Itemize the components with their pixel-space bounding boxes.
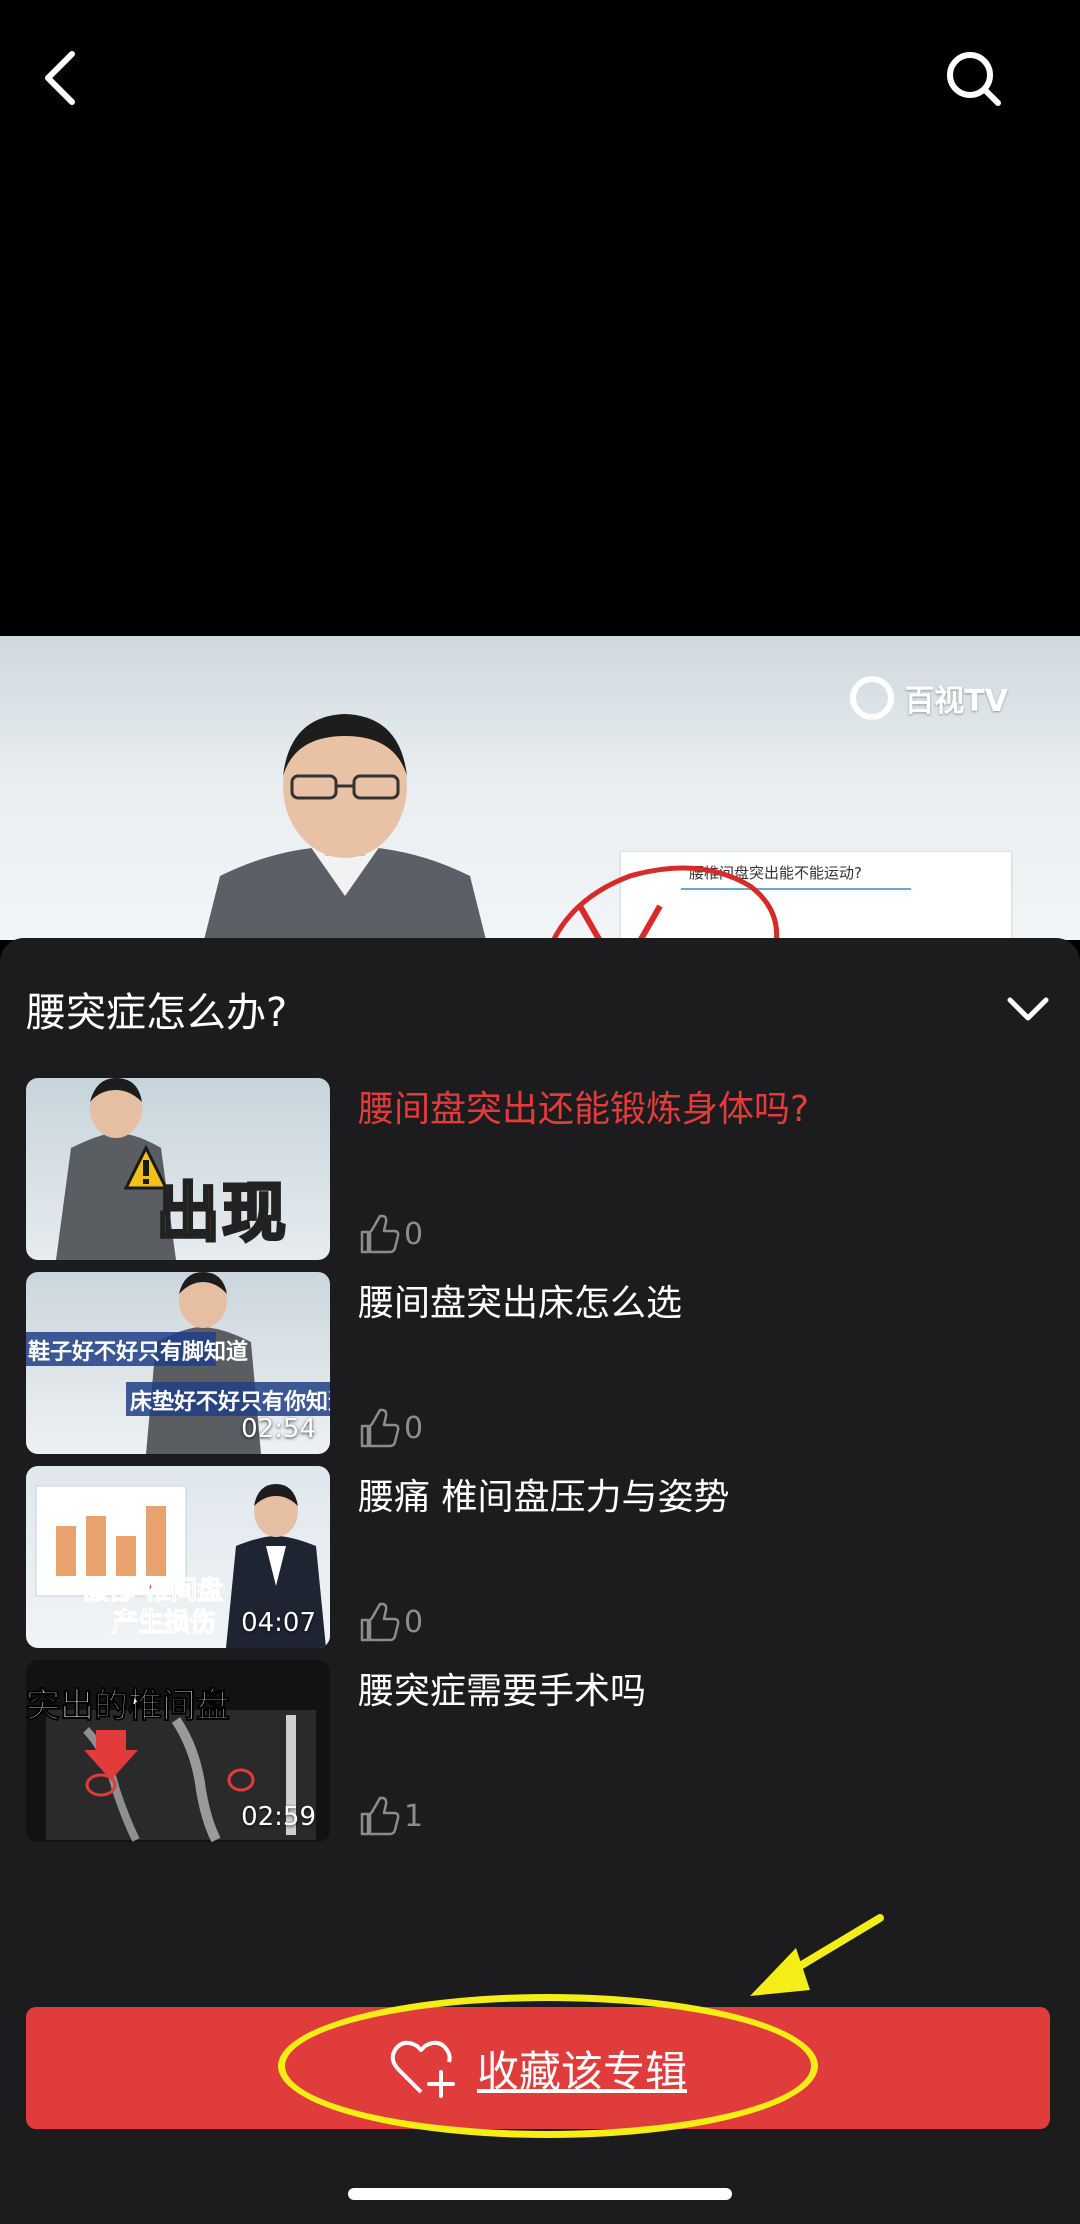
- thumbs-up-icon: [360, 1602, 400, 1642]
- like-count: 1: [404, 1798, 424, 1834]
- video-item[interactable]: 突出的椎间盘 02:59 腰突症需要手术吗 1: [26, 1660, 1056, 1842]
- video-title[interactable]: 腰突症需要手术吗: [358, 1662, 646, 1714]
- thumbnail-caption: 出现: [155, 1176, 288, 1253]
- thumbnail-caption: 突出的椎间盘: [26, 1686, 231, 1727]
- thumbs-up-icon: [360, 1214, 400, 1254]
- video-thumbnail[interactable]: 鞋子好不好只有脚知道 床垫好不好只有你知道 02:54: [26, 1272, 330, 1454]
- collect-album-button[interactable]: 收藏该专辑: [26, 2007, 1050, 2129]
- brand-logo-icon: [850, 676, 895, 720]
- video-thumbnail[interactable]: 腰部 椎间盘 产生损伤 04:07: [26, 1466, 330, 1648]
- thumbs-up-icon: [360, 1796, 400, 1836]
- video-player-preview[interactable]: 百视TV 腰椎间盘突出能不能运动?: [0, 636, 1080, 940]
- video-duration: 02:59: [241, 1802, 316, 1832]
- thumbnail-caption: 鞋子好不好只有脚知道: [28, 1340, 249, 1365]
- thumbs-up-icon: [360, 1408, 400, 1448]
- like-count: 0: [404, 1410, 424, 1446]
- video-duration: 04:07: [241, 1608, 316, 1638]
- search-button[interactable]: [940, 45, 1010, 115]
- like-count: 0: [404, 1216, 424, 1252]
- video-title[interactable]: 腰痛 椎间盘压力与姿势: [358, 1468, 729, 1520]
- heart-plus-icon: [390, 2040, 455, 2098]
- like-count: 0: [404, 1604, 424, 1640]
- like-button[interactable]: 1: [356, 1794, 423, 1838]
- like-button[interactable]: 0: [356, 1212, 423, 1256]
- video-title[interactable]: 腰间盘突出还能锻炼身体吗?: [358, 1080, 809, 1132]
- video-thumbnail[interactable]: 出现: [26, 1078, 330, 1260]
- brand-watermark: 百视TV: [850, 676, 1008, 720]
- presenter-figure: [204, 714, 486, 940]
- chevron-down-icon: [1007, 997, 1049, 1021]
- video-item[interactable]: 出现 腰间盘突出还能锻炼身体吗? 0: [26, 1078, 1056, 1260]
- collapse-button[interactable]: [1002, 982, 1054, 1034]
- video-title[interactable]: 腰间盘突出床怎么选: [358, 1274, 682, 1326]
- top-bar: [0, 0, 1080, 160]
- thumbnail-caption: 产生损伤: [111, 1608, 217, 1639]
- video-item[interactable]: 鞋子好不好只有脚知道 床垫好不好只有你知道 02:54 腰间盘突出床怎么选 0: [26, 1272, 1056, 1454]
- playlist-title: 腰突症怎么办?: [26, 990, 288, 1036]
- like-button[interactable]: 0: [356, 1600, 423, 1644]
- sheet-header: 腰突症怎么办?: [0, 938, 1080, 1068]
- like-button[interactable]: 0: [356, 1406, 423, 1450]
- brand-name: 百视TV: [904, 684, 1008, 719]
- chevron-left-icon: [45, 51, 75, 105]
- red-annotation-scribble: [550, 865, 780, 940]
- thumbnail-caption: 床垫好不好只有你知道: [130, 1390, 330, 1415]
- back-button[interactable]: [30, 38, 90, 118]
- search-icon: [947, 52, 1001, 106]
- video-thumbnail[interactable]: 突出的椎间盘 02:59: [26, 1660, 330, 1842]
- home-indicator[interactable]: [348, 2188, 732, 2200]
- video-duration: 02:54: [241, 1414, 316, 1444]
- collect-album-label: 收藏该专辑: [476, 2046, 687, 2096]
- collect-button-content: 收藏该专辑: [389, 2036, 687, 2100]
- video-item[interactable]: 腰部 椎间盘 产生损伤 04:07 腰痛 椎间盘压力与姿势 0: [26, 1466, 1056, 1648]
